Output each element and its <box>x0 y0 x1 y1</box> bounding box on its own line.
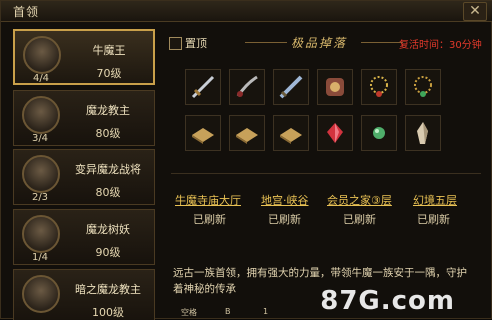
boss-item-molong-jiaozhu[interactable]: 3/4 魔龙教主 80级 <box>13 90 155 146</box>
boss-count: 1/4 <box>31 252 49 263</box>
title-bar: 首领 ✕ <box>1 1 492 22</box>
map-link-3[interactable]: 会员之家③层 <box>327 192 392 208</box>
divider <box>361 42 403 43</box>
boss-detail-panel: 置顶 极品掉落 复活时间：30分钟 牛魔寺庙大厅 已刷新 地宫·峡谷 已刷新 会… <box>163 27 489 320</box>
drop-slot[interactable] <box>229 69 265 105</box>
drop-slot[interactable] <box>317 69 353 105</box>
bottom-label-left: 空格 <box>181 308 197 317</box>
boss-level: 80级 <box>95 186 121 199</box>
drop-slot[interactable] <box>229 115 265 151</box>
drops-title: 极品掉落 <box>291 36 348 50</box>
map-link-4[interactable]: 幻境五层 <box>413 192 457 208</box>
drop-slot[interactable] <box>361 115 397 151</box>
boss-item-bianyi-molong[interactable]: 2/3 变异魔龙战将 80级 <box>13 149 155 205</box>
book-icon <box>192 128 214 144</box>
armor-icon <box>326 78 344 96</box>
pin-checkbox[interactable] <box>169 37 182 50</box>
blade-icon <box>279 75 303 99</box>
map-status-2: 已刷新 <box>268 213 301 226</box>
green-orb-icon <box>373 127 385 139</box>
map-status-4: 已刷新 <box>417 213 450 226</box>
boss-level: 80级 <box>95 127 121 140</box>
map-link-1[interactable]: 牛魔寺庙大厅 <box>175 192 241 208</box>
boss-count: 2/3 <box>31 192 49 203</box>
boss-portrait-icon <box>23 36 61 74</box>
book-icon <box>236 128 258 144</box>
boss-item-molong-shuyao[interactable]: 1/4 魔龙树妖 90级 <box>13 209 155 265</box>
boss-count: 3/4 <box>31 133 49 144</box>
dagger-icon <box>236 75 258 97</box>
boss-level: 90级 <box>95 246 121 259</box>
drop-slot[interactable] <box>405 115 441 151</box>
red-gem-icon <box>327 123 343 143</box>
boss-portrait-icon <box>22 155 60 193</box>
divider <box>171 173 481 174</box>
boss-name: 变异魔龙战将 <box>75 163 141 176</box>
pin-label: 置顶 <box>185 37 207 50</box>
map-link-2[interactable]: 地宫·峡谷 <box>261 192 309 208</box>
boss-window: 首领 ✕ 4/4 牛魔王 70级 3/4 魔龙教主 80级 2/3 变异魔龙战将… <box>0 0 492 320</box>
boss-list: 4/4 牛魔王 70级 3/4 魔龙教主 80级 2/3 变异魔龙战将 80级 … <box>9 27 159 320</box>
drop-slot[interactable] <box>273 69 309 105</box>
bottom-label-right: 1 <box>263 307 269 316</box>
boss-portrait-icon <box>22 215 60 253</box>
boss-name: 暗之魔龙教主 <box>75 283 141 296</box>
drop-slot[interactable] <box>361 69 397 105</box>
book-icon <box>280 128 302 144</box>
drop-slot[interactable] <box>273 115 309 151</box>
boss-portrait-icon <box>22 275 60 313</box>
drop-slot[interactable] <box>317 115 353 151</box>
boss-item-anzhi-molong[interactable]: 暗之魔龙教主 100级 <box>13 269 155 320</box>
boss-item-niumowang[interactable]: 4/4 牛魔王 70级 <box>13 29 155 85</box>
necklace-icon <box>370 76 388 97</box>
divider <box>245 42 287 43</box>
boss-level: 70级 <box>96 67 122 80</box>
drop-slot[interactable] <box>405 69 441 105</box>
boss-name: 牛魔王 <box>92 44 126 57</box>
boss-portrait-icon <box>22 96 60 134</box>
bottom-label-mid: B <box>225 307 231 316</box>
map-status-3: 已刷新 <box>343 213 376 226</box>
jade-necklace-icon <box>414 76 432 97</box>
watermark-logo: 87G.com <box>320 286 455 316</box>
close-button[interactable]: ✕ <box>463 2 487 21</box>
boss-count: 4/4 <box>32 73 50 84</box>
window-title: 首领 <box>13 5 40 19</box>
boss-name: 魔龙教主 <box>86 104 130 117</box>
boss-name: 魔龙树妖 <box>86 223 130 236</box>
drop-slot[interactable] <box>185 115 221 151</box>
crystal-icon <box>417 122 428 144</box>
drop-slot[interactable] <box>185 69 221 105</box>
revive-time: 复活时间：30分钟 <box>399 40 482 51</box>
map-status-1: 已刷新 <box>193 213 226 226</box>
sword-icon <box>191 75 215 99</box>
boss-level: 100级 <box>92 306 124 319</box>
